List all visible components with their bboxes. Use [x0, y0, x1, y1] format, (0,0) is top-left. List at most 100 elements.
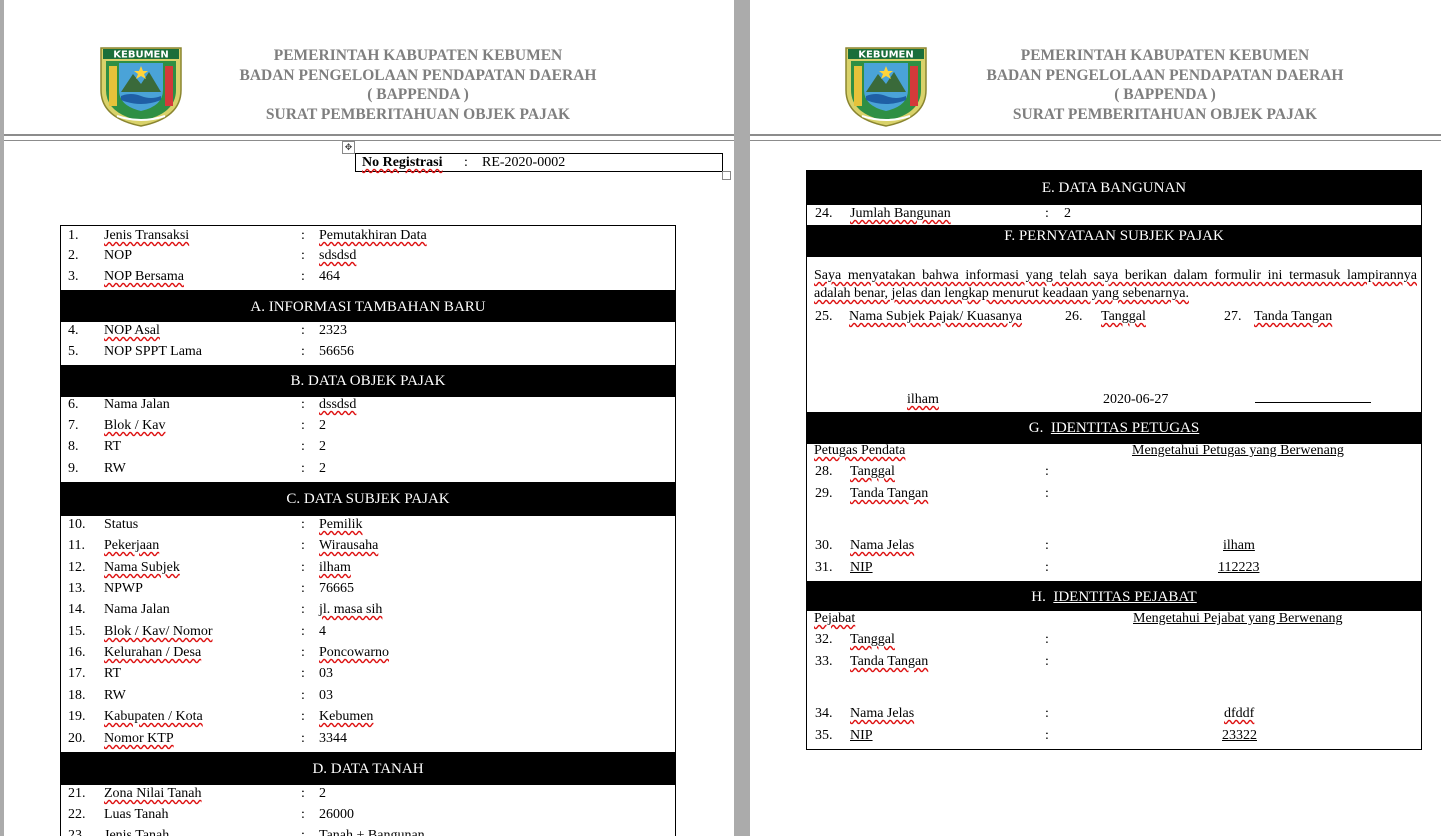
officer-right-label: Mengetahui Petugas yang Berwenang: [1132, 443, 1344, 458]
row-number: 2.: [68, 248, 79, 263]
form-row: 31. NIP : 112223: [807, 558, 1421, 578]
table-move-handle-icon[interactable]: ✥: [342, 141, 355, 154]
section-prefix: G.: [1028, 420, 1044, 436]
table-resize-handle[interactable]: [722, 171, 731, 180]
header-divider-thick: [4, 134, 734, 136]
form-row: 19. Kabupaten / Kota : Kebumen: [61, 707, 675, 727]
row-number: 10.: [68, 517, 86, 532]
row-colon: :: [301, 418, 305, 433]
signature-columns-labels: 25. Nama Subjek Pajak/ Kuasanya 26. Tang…: [807, 307, 1421, 327]
signature-line: [1255, 402, 1371, 403]
row-label: Nama Jalan: [104, 602, 170, 617]
section-header-f: F. PERNYATAAN SUBJEK PAJAK: [807, 225, 1421, 257]
document-page-2: KEBUMEN PEMERINTAH KABUPATEN KEBUMEN BAD…: [750, 0, 1441, 836]
form-row: 9. RW : 2: [61, 459, 675, 479]
form-row: 7. Blok / Kav : 2: [61, 416, 675, 436]
row-number: 21.: [68, 786, 86, 801]
letterhead-text: PEMERINTAH KABUPATEN KEBUMEN BADAN PENGE…: [950, 46, 1380, 124]
date-value: 2020-06-27: [1103, 392, 1169, 407]
row-number: 34.: [815, 706, 833, 721]
form-row: 14. Nama Jalan : jl. masa sih: [61, 600, 675, 620]
kebumen-crest-logo: KEBUMEN: [100, 47, 182, 127]
row-label: Nama Jalan: [104, 397, 170, 412]
row-value: sdsdsd: [319, 248, 357, 263]
header-divider-thin: [750, 140, 1441, 141]
row-colon: :: [301, 517, 305, 532]
row-label: RT: [104, 666, 122, 681]
row-label: NOP SPPT Lama: [104, 344, 203, 359]
row-number: 17.: [68, 666, 86, 681]
row-label: NIP: [850, 560, 873, 575]
row-number: 28.: [815, 464, 833, 479]
officer-labels: Petugas Pendata Mengetahui Petugas yang …: [807, 441, 1421, 461]
row-label: Blok / Kav: [104, 418, 166, 433]
row-colon: :: [301, 439, 305, 454]
form-table-page-1: 1. Jenis Transaksi : Pemutakhiran Data 2…: [60, 225, 676, 836]
row-value: Poncowarno: [319, 645, 389, 660]
row-colon: :: [301, 709, 305, 724]
row-colon: :: [301, 323, 305, 338]
row-label: Pekerjaan: [104, 538, 160, 553]
row-value: jl. masa sih: [319, 602, 383, 617]
row-colon: :: [301, 344, 305, 359]
form-row: 4. NOP Asal : 2323: [61, 321, 675, 341]
form-row: 5. NOP SPPT Lama : 56656: [61, 342, 675, 362]
row-number: 3.: [68, 269, 79, 284]
row-number: 24.: [815, 206, 833, 221]
form-row: 6. Nama Jalan : dssdsd: [61, 395, 675, 415]
section-header-b: B. DATA OBJEK PAJAK: [61, 365, 675, 397]
row-label: RW: [104, 461, 126, 476]
row-number: 5.: [68, 344, 79, 359]
form-row: 2. NOP : sdsdsd: [61, 246, 675, 266]
row-colon: :: [1045, 706, 1049, 721]
row-value: 2: [319, 439, 326, 454]
row-number: 22.: [68, 807, 86, 822]
form-row: 18. RW : 03: [61, 686, 675, 706]
form-row: 11. Pekerjaan : Wirausaha: [61, 536, 675, 556]
row-colon: :: [301, 269, 305, 284]
section-title: IDENTITAS PEJABAT: [1053, 589, 1197, 605]
date-label: Tanggal: [1101, 309, 1146, 324]
form-row: 34. Nama Jelas : dfddf: [807, 704, 1421, 724]
row-label: Tanggal: [850, 632, 895, 647]
official-labels: Pejabat Mengetahui Pejabat yang Berwenan…: [807, 609, 1421, 629]
row-label: RT: [104, 439, 122, 454]
letterhead: KEBUMEN PEMERINTAH KABUPATEN KEBUMEN BAD…: [750, 44, 1441, 130]
row-label: Tanda Tangan: [850, 486, 929, 501]
row-number: 26.: [1065, 309, 1083, 324]
form-row: 13. NPWP : 76665: [61, 579, 675, 599]
header-line-1: PEMERINTAH KABUPATEN KEBUMEN: [273, 47, 563, 64]
row-number: 12.: [68, 560, 86, 575]
row-value: 03: [319, 688, 333, 703]
statement-paragraph: Saya menyatakan bahwa informasi yang tel…: [814, 267, 1417, 303]
row-value: 464: [319, 269, 340, 284]
row-number: 13.: [68, 581, 86, 596]
row-colon: :: [1045, 728, 1049, 743]
form-row: 12. Nama Subjek : ilham: [61, 558, 675, 578]
row-number: 31.: [815, 560, 833, 575]
row-label: Kelurahan / Desa: [104, 645, 202, 660]
row-number: 30.: [815, 538, 833, 553]
section-header-g: G. IDENTITAS PETUGAS: [807, 412, 1421, 444]
form-row: 3. NOP Bersama : 464: [61, 267, 675, 287]
row-value: 26000: [319, 807, 354, 822]
row-colon: :: [301, 624, 305, 639]
row-colon: :: [301, 645, 305, 660]
form-row: 1. Jenis Transaksi : Pemutakhiran Data: [61, 226, 675, 246]
section-header-d: D. DATA TANAH: [61, 752, 675, 785]
registration-colon: :: [464, 155, 468, 170]
form-row: 16. Kelurahan / Desa : Poncowarno: [61, 643, 675, 663]
row-number: 19.: [68, 709, 86, 724]
registration-box: No Registrasi : RE-2020-0002: [355, 153, 723, 172]
signature-columns-values: ilham 2020-06-27: [807, 390, 1421, 410]
subject-name-value: ilham: [907, 392, 939, 407]
row-colon: :: [1045, 464, 1049, 479]
header-line-4: SURAT PEMBERITAHUAN OBJEK PAJAK: [265, 105, 571, 123]
form-row: 22. Luas Tanah : 26000: [61, 805, 675, 825]
row-label: Jenis Tanah: [104, 828, 170, 836]
row-label: NOP Asal: [104, 323, 160, 338]
row-colon: :: [301, 560, 305, 575]
section-prefix: H.: [1031, 589, 1046, 605]
row-number: 27.: [1224, 309, 1242, 324]
form-row: 21. Zona Nilai Tanah : 2: [61, 784, 675, 804]
